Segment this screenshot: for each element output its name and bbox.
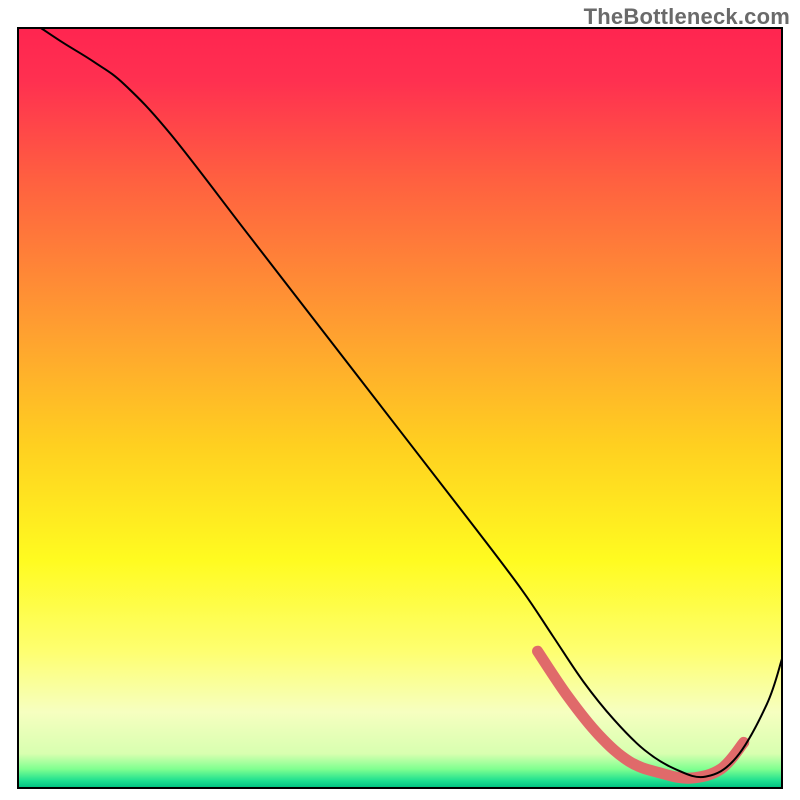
chart-container: TheBottleneck.com: [0, 0, 800, 800]
watermark-text: TheBottleneck.com: [584, 4, 790, 30]
bottleneck-chart: [0, 0, 800, 800]
plot-background: [18, 28, 782, 788]
